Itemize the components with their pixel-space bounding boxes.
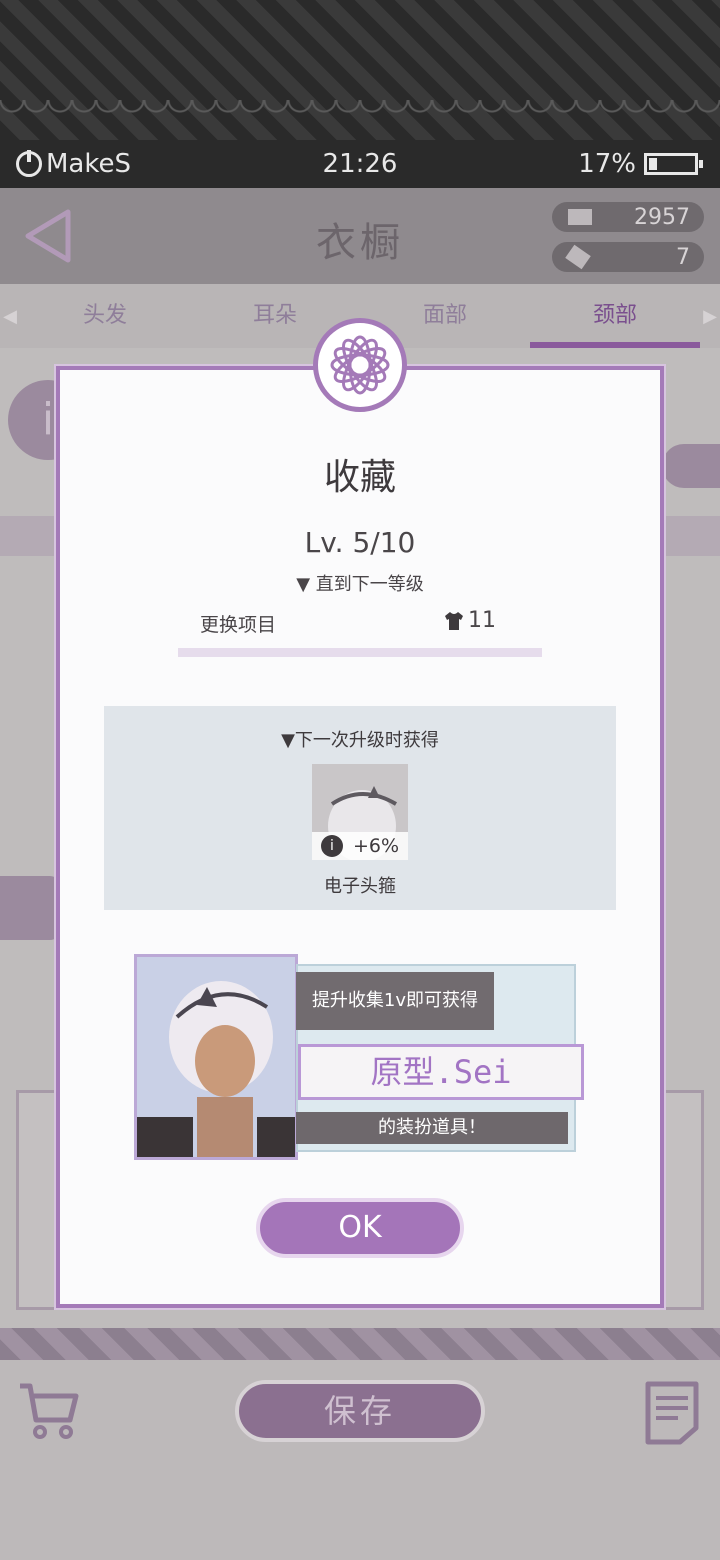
unlock-character-name: 原型.Sei: [298, 1044, 584, 1100]
character-portrait: [134, 954, 298, 1160]
dialog-title: 收藏: [323, 457, 396, 498]
reward-bonus: +6%: [352, 835, 400, 857]
items-needed: 11: [444, 608, 496, 633]
level-progress-bar: [178, 648, 542, 657]
character-avatar: [137, 957, 295, 1157]
next-level-label: ▼ 直到下一等级: [296, 574, 424, 595]
ok-button[interactable]: OK: [256, 1198, 464, 1258]
info-icon: i: [320, 835, 343, 857]
reward-bonus-row: i +6%: [312, 832, 408, 860]
reward-item-name: 电子头箍: [324, 876, 396, 897]
next-reward-heading: ▼下一次升级时获得: [281, 730, 439, 751]
unlock-condition: 提升收集1v即可获得: [296, 972, 494, 1030]
unlock-reward-label: 的装扮道具！: [296, 1112, 568, 1144]
items-needed-count: 11: [468, 608, 496, 633]
shirt-icon: [445, 611, 463, 630]
change-items-label: 更换项目: [200, 614, 277, 636]
flower-emblem-graphic: [330, 335, 390, 395]
flower-emblem-icon: [313, 318, 407, 412]
reward-item-thumbnail[interactable]: i +6%: [312, 764, 408, 860]
collection-level: Lv. 5/10: [304, 526, 416, 559]
